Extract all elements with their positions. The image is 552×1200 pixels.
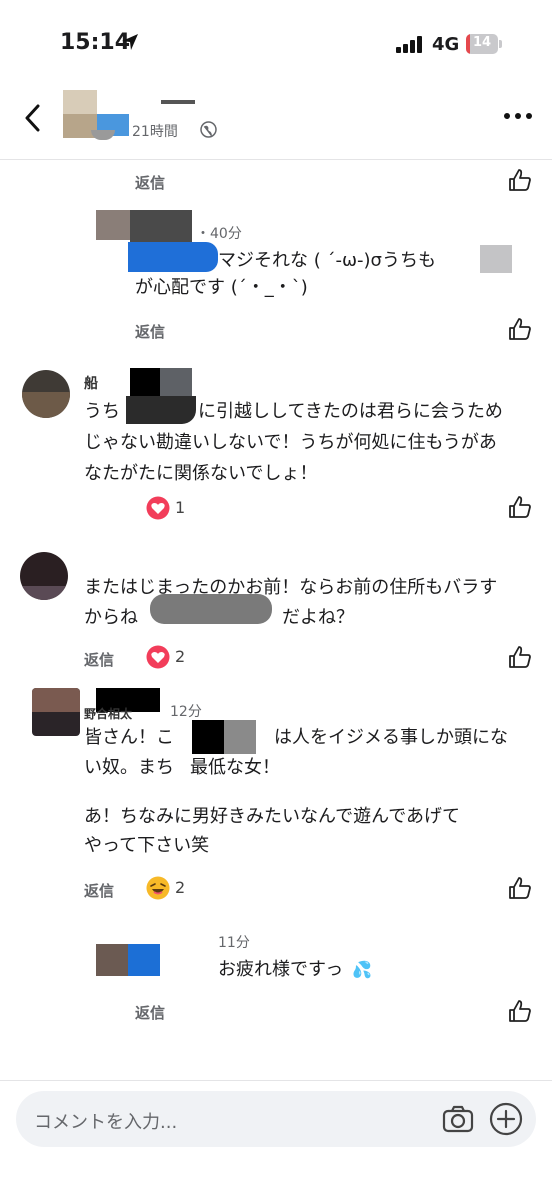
- commenter-avatar[interactable]: [22, 370, 70, 418]
- comment-text-line: からね: [84, 607, 138, 628]
- author-name-redacted: [160, 368, 192, 398]
- heart-icon[interactable]: [146, 496, 170, 520]
- comment-text-line: またはじまったのかお前！ならお前の住所もバラす: [84, 577, 498, 598]
- back-chevron-icon[interactable]: [18, 100, 48, 136]
- author-avatar-redacted[interactable]: [63, 90, 129, 146]
- like-thumb-icon[interactable]: [507, 998, 533, 1024]
- comment-text-line: お疲れ様ですっ: [218, 959, 344, 980]
- comment-text-line: は人をイジメる事しか頭にな: [274, 727, 508, 748]
- comment-composer: コメントを入力...: [0, 1080, 552, 1200]
- comment-text-line: い奴。まち: [84, 757, 174, 778]
- cellular-signal-icon: [396, 35, 424, 53]
- camera-icon[interactable]: [442, 1105, 474, 1133]
- author-name-redacted: [130, 368, 160, 398]
- comment-input-placeholder: コメントを入力...: [34, 1112, 178, 1133]
- reply-button[interactable]: 返信: [84, 649, 114, 670]
- comment-text-line: じゃない勘違いしないで！うちが何処に住もうがあ: [84, 432, 497, 453]
- comment-author: 野合相太: [84, 707, 133, 721]
- battery-percent: 14: [472, 35, 492, 50]
- comment-text-line: なたがたに関係ないでしょ！: [84, 463, 318, 484]
- reply-button[interactable]: 返信: [135, 1002, 165, 1023]
- post-time: 21時間: [132, 124, 178, 140]
- comment-text-line: が心配です (´・_・`): [135, 277, 308, 298]
- author-avatar-redacted: [128, 944, 160, 976]
- more-dots-icon[interactable]: [504, 110, 534, 122]
- comment-text-line: あ！ちなみに男好きみたいなんで遊んであげて: [84, 806, 461, 827]
- reaction-count: 1: [175, 498, 186, 517]
- author-name-redacted: [130, 210, 192, 242]
- like-thumb-icon[interactable]: [507, 644, 533, 670]
- author-avatar-redacted: [96, 210, 131, 240]
- reaction-count: 2: [175, 878, 186, 897]
- name-redacted: [192, 720, 224, 754]
- add-circle-icon[interactable]: [489, 1102, 523, 1136]
- mention-redacted: [128, 242, 218, 272]
- reply-button[interactable]: 返信: [135, 172, 165, 193]
- comment-author: 船: [84, 376, 98, 392]
- like-thumb-icon[interactable]: [507, 316, 533, 342]
- comment-text-line: 皆さん！こ: [84, 727, 174, 748]
- commenter-avatar[interactable]: [32, 688, 80, 736]
- comment-text-line: 最低な女！: [190, 757, 280, 778]
- address-redacted: [150, 594, 272, 624]
- commenter-avatar[interactable]: [20, 552, 68, 600]
- like-thumb-icon[interactable]: [507, 494, 533, 520]
- status-time: 15:14: [60, 30, 131, 55]
- author-name-redacted: [161, 100, 195, 104]
- location-redacted: [126, 396, 196, 424]
- reply-button[interactable]: 返信: [135, 321, 165, 342]
- like-thumb-icon[interactable]: [507, 875, 533, 901]
- image-redacted: [480, 245, 512, 273]
- author-avatar-redacted: [96, 944, 128, 976]
- name-redacted: [224, 720, 256, 754]
- like-thumb-icon[interactable]: [507, 167, 533, 193]
- location-arrow-icon: [122, 34, 138, 50]
- comment-time: 11分: [218, 935, 250, 951]
- comment-text-line: やって下さい笑: [84, 835, 210, 856]
- comment-text-line: うち: [84, 401, 120, 422]
- reaction-count: 2: [175, 647, 186, 666]
- comment-text-line: に引越ししてきたのは君らに会うため: [198, 401, 503, 422]
- status-bar: 15:14 4G 14: [0, 0, 552, 90]
- comment-text-line: だよね？: [282, 607, 354, 628]
- network-type: 4G: [432, 34, 460, 55]
- comment-time: 12分: [170, 704, 202, 720]
- post-header: 21時間: [0, 90, 552, 160]
- laughing-emoji-icon[interactable]: [146, 876, 170, 900]
- sweat-droplets-icon: 💦: [352, 960, 372, 979]
- globe-icon: [200, 121, 217, 138]
- reply-button[interactable]: 返信: [84, 880, 114, 901]
- comment-time: ・40分: [196, 226, 242, 242]
- heart-icon[interactable]: [146, 645, 170, 669]
- battery-indicator: 14: [466, 34, 502, 54]
